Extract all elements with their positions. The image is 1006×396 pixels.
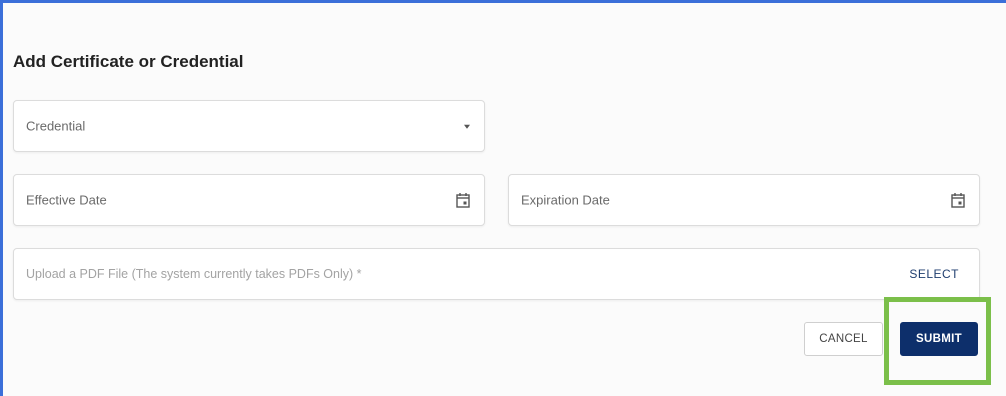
effective-date-label: Effective Date [26,192,107,208]
credential-select[interactable]: Credential [13,100,485,152]
pdf-upload-field[interactable]: Upload a PDF File (The system currently … [13,248,980,300]
cancel-button[interactable]: CANCEL [804,322,883,356]
calendar-icon[interactable] [951,192,965,208]
dialog-title: Add Certificate or Credential [13,52,244,71]
pdf-upload-label: Upload a PDF File (The system currently … [26,267,362,281]
calendar-icon[interactable] [456,192,470,208]
submit-highlight-box [884,297,991,385]
effective-date-field[interactable]: Effective Date [13,174,485,226]
select-file-button[interactable]: SELECT [909,267,959,281]
expiration-date-field[interactable]: Expiration Date [508,174,980,226]
chevron-down-icon [464,124,470,129]
credential-select-label: Credential [26,118,86,134]
expiration-date-label: Expiration Date [521,192,610,208]
